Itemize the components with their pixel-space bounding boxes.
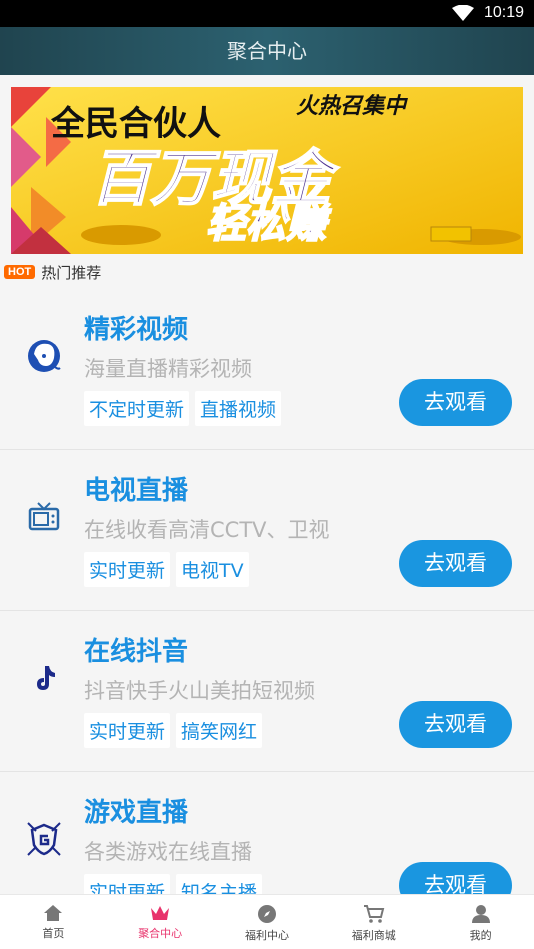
- hot-label: 热门推荐: [41, 263, 102, 282]
- card-title: 电视直播: [84, 476, 189, 506]
- tab-aggregation[interactable]: 聚合中心: [107, 895, 214, 949]
- clock: 10:19: [483, 4, 524, 21]
- promo-banner[interactable]: 全民合伙人 火热召集中 百万现金 轻松赚: [11, 87, 523, 254]
- tab-welfare-mall[interactable]: 福利商城: [320, 895, 427, 949]
- game-shield-icon: [27, 822, 61, 856]
- tag: 直播视频: [195, 391, 282, 426]
- user-icon: [471, 905, 490, 923]
- tiktok-icon: [37, 666, 55, 690]
- bottom-tab-bar: 首页 聚合中心 福利中心 福利商城 我的: [0, 894, 534, 949]
- card-list: 精彩视频 海量直播精彩视频 不定时更新 直播视频 去观看 电视直播 在线收看高清…: [0, 289, 534, 932]
- card-videos[interactable]: 精彩视频 海量直播精彩视频 不定时更新 直播视频 去观看: [0, 289, 534, 449]
- tag: 电视TV: [176, 552, 249, 587]
- tab-label: 首页: [42, 927, 65, 940]
- card-subtitle: 抖音快手火山美拍短视频: [84, 679, 315, 703]
- compass-icon: [257, 905, 276, 923]
- page-title: 聚合中心: [227, 39, 307, 63]
- home-icon: [44, 905, 63, 921]
- card-title: 游戏直播: [84, 798, 189, 828]
- tag: 实时更新: [84, 552, 171, 587]
- card-tv-live[interactable]: 电视直播 在线收看高清CCTV、卫视 实时更新 电视TV 去观看: [0, 449, 534, 610]
- tab-label: 聚合中心: [138, 927, 183, 940]
- card-subtitle: 海量直播精彩视频: [84, 357, 252, 381]
- tab-label: 福利商城: [351, 929, 396, 942]
- tab-home[interactable]: 首页: [0, 895, 107, 949]
- watch-button[interactable]: 去观看: [399, 379, 512, 426]
- tab-label: 我的: [469, 929, 492, 942]
- hot-badge: HOT: [4, 265, 36, 279]
- card-subtitle: 各类游戏在线直播: [84, 840, 252, 864]
- tab-welfare-center[interactable]: 福利中心: [214, 895, 321, 949]
- tag: 实时更新: [84, 713, 171, 748]
- tag: 不定时更新: [84, 391, 190, 426]
- hot-section-header: HOT 热门推荐: [4, 262, 101, 282]
- banner-line1: 全民合伙人: [50, 104, 221, 144]
- woman-face-icon: [28, 340, 61, 372]
- watch-button[interactable]: 去观看: [399, 701, 512, 748]
- banner-line1-tail: 火热召集中: [296, 93, 408, 119]
- tab-label: 福利中心: [244, 929, 289, 942]
- page-header: 聚合中心: [0, 27, 534, 75]
- card-douyin[interactable]: 在线抖音 抖音快手火山美拍短视频 实时更新 搞笑网红 去观看: [0, 610, 534, 771]
- banner-line3: 轻松赚: [206, 201, 332, 247]
- card-tags: 不定时更新 直播视频: [84, 391, 282, 426]
- card-title: 在线抖音: [84, 637, 189, 667]
- card-title: 精彩视频: [84, 315, 189, 345]
- watch-button[interactable]: 去观看: [399, 540, 512, 587]
- cart-icon: [363, 905, 385, 923]
- tv-icon: [28, 502, 60, 531]
- wifi-icon: [452, 5, 474, 21]
- card-tags: 实时更新 搞笑网红: [84, 713, 263, 748]
- tab-mine[interactable]: 我的: [427, 895, 534, 949]
- status-bar: 10:19: [0, 0, 534, 27]
- crown-icon: [151, 906, 170, 920]
- tag: 搞笑网红: [176, 713, 263, 748]
- card-tags: 实时更新 电视TV: [84, 552, 249, 587]
- card-subtitle: 在线收看高清CCTV、卫视: [84, 518, 330, 542]
